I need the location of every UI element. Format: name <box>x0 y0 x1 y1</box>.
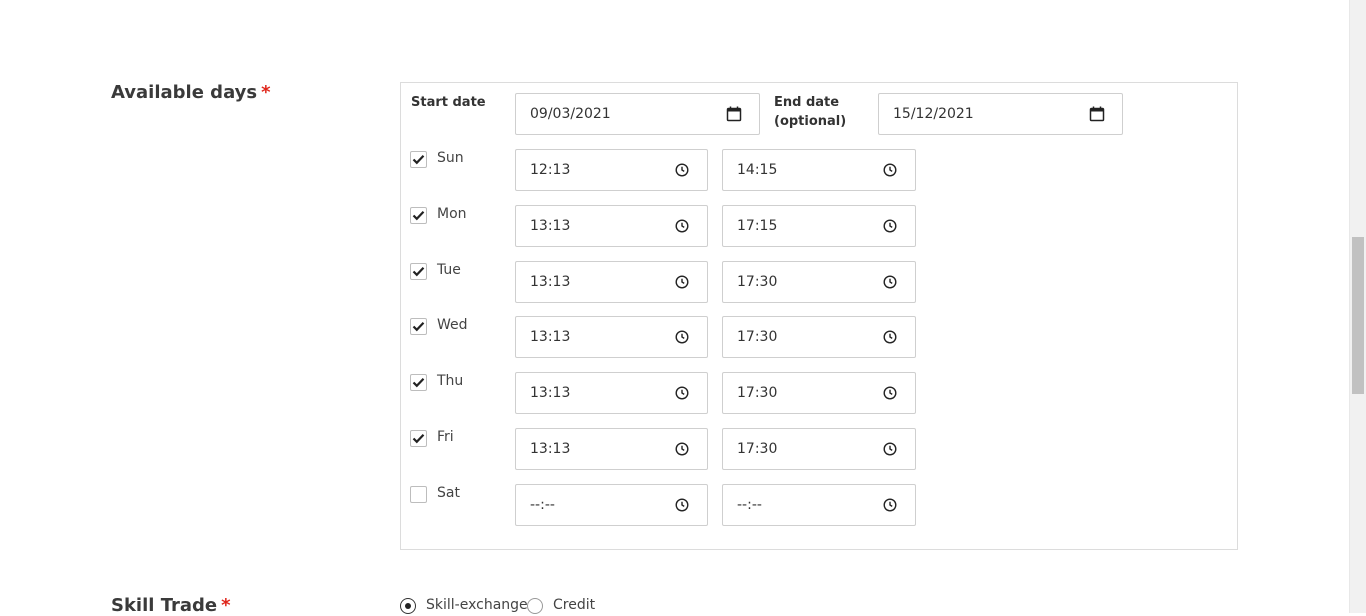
checkmark-icon <box>412 321 425 332</box>
from-time-input-tue[interactable]: 13:13 <box>515 261 708 303</box>
to-time-value: --:-- <box>737 497 762 513</box>
to-time-input-wed[interactable]: 17:30 <box>722 316 916 358</box>
end-date-label: End date (optional) <box>774 93 846 131</box>
clock-icon[interactable] <box>882 441 898 457</box>
available-days-label: Available days * <box>111 82 271 103</box>
day-checkbox-tue[interactable] <box>410 263 427 280</box>
to-time-input-tue[interactable]: 17:30 <box>722 261 916 303</box>
from-time-input-mon[interactable]: 13:13 <box>515 205 708 247</box>
clock-icon[interactable] <box>882 218 898 234</box>
credit-radio[interactable] <box>527 598 543 614</box>
day-checkbox-fri[interactable] <box>410 430 427 447</box>
clock-icon[interactable] <box>882 497 898 513</box>
clock-icon[interactable] <box>674 497 690 513</box>
day-checkbox-wed[interactable] <box>410 318 427 335</box>
checkmark-icon <box>412 433 425 444</box>
day-name[interactable]: Fri <box>437 429 454 445</box>
to-time-value: 17:30 <box>737 329 778 345</box>
clock-icon[interactable] <box>674 162 690 178</box>
day-checkbox-sun[interactable] <box>410 151 427 168</box>
from-time-value: 13:13 <box>530 441 571 457</box>
clock-icon[interactable] <box>674 218 690 234</box>
day-checkbox-thu[interactable] <box>410 374 427 391</box>
end-date-input[interactable]: 15/12/2021 <box>878 93 1123 135</box>
end-date-label-line2: (optional) <box>774 114 847 129</box>
checkmark-icon <box>412 377 425 388</box>
clock-icon[interactable] <box>882 385 898 401</box>
skill-exchange-radio[interactable] <box>400 598 416 614</box>
clock-icon[interactable] <box>674 329 690 345</box>
from-time-value: 12:13 <box>530 162 571 178</box>
day-checkbox-mon[interactable] <box>410 207 427 224</box>
to-time-input-fri[interactable]: 17:30 <box>722 428 916 470</box>
day-name[interactable]: Tue <box>437 262 461 278</box>
to-time-input-sun[interactable]: 14:15 <box>722 149 916 191</box>
scrollbar-thumb[interactable] <box>1352 237 1364 394</box>
to-time-input-thu[interactable]: 17:30 <box>722 372 916 414</box>
day-name[interactable]: Sun <box>437 150 464 166</box>
checkmark-icon <box>412 266 425 277</box>
to-time-value: 17:30 <box>737 385 778 401</box>
day-name[interactable]: Wed <box>437 317 468 333</box>
from-time-input-thu[interactable]: 13:13 <box>515 372 708 414</box>
from-time-input-sat[interactable]: --:-- <box>515 484 708 526</box>
day-name[interactable]: Mon <box>437 206 467 222</box>
from-time-value: --:-- <box>530 497 555 513</box>
calendar-icon[interactable] <box>726 106 742 122</box>
end-date-value: 15/12/2021 <box>893 106 974 122</box>
from-time-value: 13:13 <box>530 218 571 234</box>
to-time-value: 17:30 <box>737 441 778 457</box>
to-time-input-mon[interactable]: 17:15 <box>722 205 916 247</box>
page-scrollbar[interactable] <box>1349 0 1366 613</box>
start-date-value: 09/03/2021 <box>530 106 611 122</box>
from-time-value: 13:13 <box>530 385 571 401</box>
day-name[interactable]: Thu <box>437 373 463 389</box>
credit-label[interactable]: Credit <box>553 597 595 613</box>
start-date-label: Start date <box>411 95 486 110</box>
to-time-input-sat[interactable]: --:-- <box>722 484 916 526</box>
required-mark: * <box>261 82 271 103</box>
clock-icon[interactable] <box>674 441 690 457</box>
clock-icon[interactable] <box>674 385 690 401</box>
clock-icon[interactable] <box>882 274 898 290</box>
checkmark-icon <box>412 210 425 221</box>
day-name[interactable]: Sat <box>437 485 460 501</box>
skill-exchange-label[interactable]: Skill-exchange <box>426 597 528 613</box>
from-time-input-sun[interactable]: 12:13 <box>515 149 708 191</box>
from-time-value: 13:13 <box>530 274 571 290</box>
to-time-value: 17:30 <box>737 274 778 290</box>
available-days-label-text: Available days <box>111 82 258 103</box>
from-time-value: 13:13 <box>530 329 571 345</box>
start-date-input[interactable]: 09/03/2021 <box>515 93 760 135</box>
calendar-icon[interactable] <box>1089 106 1105 122</box>
clock-icon[interactable] <box>882 162 898 178</box>
to-time-value: 17:15 <box>737 218 778 234</box>
from-time-input-fri[interactable]: 13:13 <box>515 428 708 470</box>
from-time-input-wed[interactable]: 13:13 <box>515 316 708 358</box>
checkmark-icon <box>412 154 425 165</box>
clock-icon[interactable] <box>674 274 690 290</box>
end-date-label-line1: End date <box>774 95 840 110</box>
day-checkbox-sat[interactable] <box>410 486 427 503</box>
to-time-value: 14:15 <box>737 162 778 178</box>
clock-icon[interactable] <box>882 329 898 345</box>
